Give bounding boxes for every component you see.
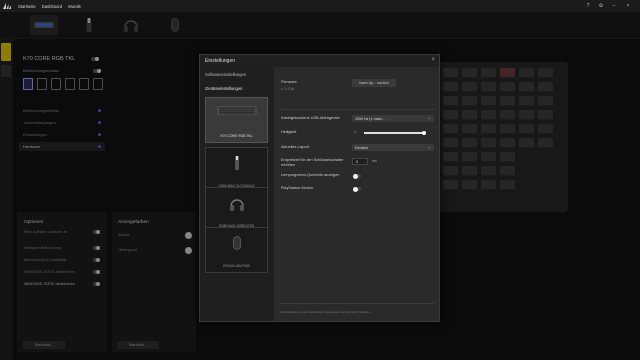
tab-software-settings[interactable]: Softwareeinstellungen	[205, 72, 246, 77]
menu-startseite[interactable]: Startseite	[18, 4, 36, 9]
layout-label: Aktuelles Layout	[281, 145, 309, 149]
device-card-label: K70 CORE RGB TKL	[220, 134, 253, 138]
toggle-label-playstation: PlayStation-Modus	[281, 186, 313, 190]
mouse-icon	[232, 236, 241, 250]
firmware-label: Firmware	[281, 80, 297, 84]
device-card-k70[interactable]: K70 CORE RGB TKL	[205, 97, 268, 143]
brightness-icon: ☼	[353, 129, 358, 134]
menu-dashboard[interactable]: Dashboard	[42, 4, 63, 9]
minimize-icon[interactable]: –	[610, 2, 618, 10]
layout-dropdown[interactable]: Deutsch ⌄	[352, 144, 434, 151]
debounce-unit: ms	[372, 159, 377, 163]
device-card-mouse[interactable]: IRONCLAW RGB	[205, 227, 268, 273]
debounce-label: Entprellzeit für den Schlüsselschalter e…	[281, 158, 344, 167]
menu-murals[interactable]: Murals	[68, 4, 81, 9]
usb-poll-value: 1000 Hz (1 msec...	[355, 116, 386, 121]
title-bar: Startseite Dashboard Murals ? ⚙ – ×	[0, 0, 640, 12]
close-window-icon[interactable]: ×	[624, 2, 632, 10]
brightness-slider-fill	[364, 132, 426, 134]
divider	[281, 303, 434, 304]
close-icon[interactable]: ×	[431, 57, 435, 63]
device-card-label: IRONCLAW RGB	[223, 264, 250, 268]
firmware-version: v. 1.4.16	[281, 87, 294, 91]
dialog-content: Firmware v. 1.4.16 Nach Up... suchen Kab…	[276, 67, 439, 321]
brightness-slider[interactable]	[364, 130, 426, 135]
usb-poll-dropdown[interactable]: 1000 Hz (1 msec... ⌄	[352, 115, 434, 122]
help-icon[interactable]: ?	[584, 2, 592, 10]
chevron-down-icon: ⌄	[427, 115, 431, 120]
corsair-sails-icon	[2, 2, 12, 10]
usb-poll-label: Kabelgebundene USB-Abfrageɾate	[281, 116, 340, 120]
toggle-label-tutorial: Lernprogramm-Quickinfo anzeigen	[281, 173, 340, 177]
check-update-button[interactable]: Nach Up... suchen	[352, 79, 396, 87]
dongle-icon	[234, 156, 239, 170]
divider	[281, 109, 434, 110]
tab-device-settings[interactable]: Geräteeinstellungen	[205, 86, 242, 91]
brightness-slider-handle[interactable]	[422, 130, 426, 135]
dialog-sidebar: Softwareeinstellungen Geräteeinstellunge…	[200, 67, 274, 321]
chevron-down-icon: ⌄	[427, 144, 431, 149]
tutorial-tooltip-toggle[interactable]	[353, 173, 361, 179]
playstation-mode-toggle[interactable]	[353, 186, 361, 192]
headset-icon	[229, 199, 244, 211]
dialog-title-bar: Einstellungen	[200, 55, 439, 67]
footnote: Einstellungen werden automatisch angewen…	[281, 310, 371, 314]
debounce-input[interactable]: 0	[352, 158, 368, 165]
settings-gear-icon[interactable]: ⚙	[597, 2, 605, 10]
keyboard-icon	[216, 106, 257, 115]
brightness-label: Helligkeit	[281, 130, 297, 134]
settings-dialog: Einstellungen × Softwareeinstellungen Ge…	[199, 54, 440, 322]
layout-value: Deutsch	[355, 145, 369, 150]
dialog-title: Einstellungen	[205, 58, 236, 64]
